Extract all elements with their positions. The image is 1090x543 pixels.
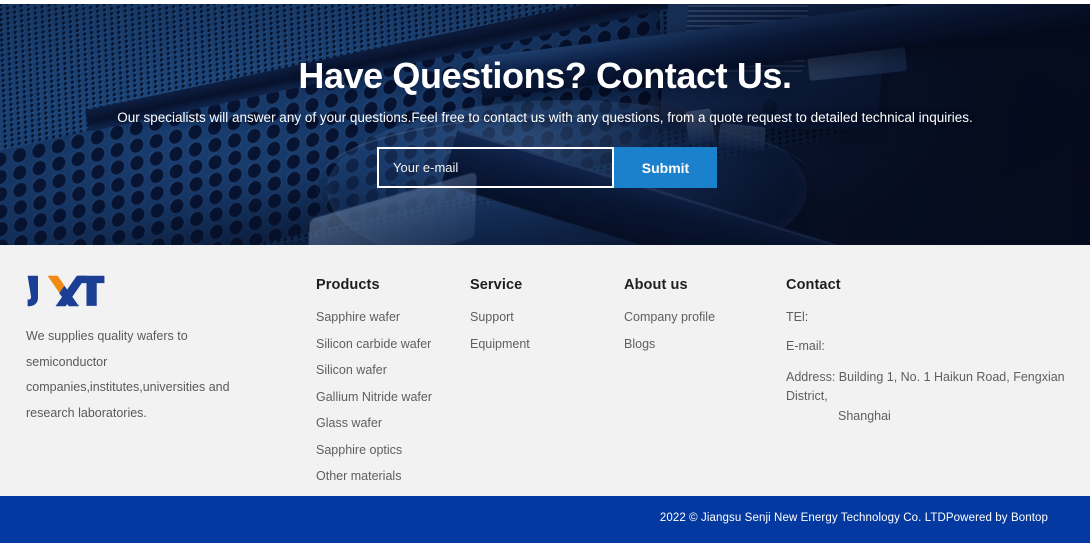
footer-column-service: Service Support Equipment bbox=[470, 277, 620, 350]
footer-brand-column: We supplies quality wafers to semiconduc… bbox=[26, 274, 256, 427]
footer-link-gallium-nitride-wafer[interactable]: Gallium Nitride wafer bbox=[316, 390, 466, 404]
footer-column-about-us: About us Company profile Blogs bbox=[624, 277, 779, 350]
footer-link-silicon-wafer[interactable]: Silicon wafer bbox=[316, 364, 466, 377]
footer-link-company-profile[interactable]: Company profile bbox=[624, 311, 779, 324]
footer-link-glass-wafer[interactable]: Glass wafer bbox=[316, 417, 466, 430]
footer-link-silicon-carbide-wafer[interactable]: Silicon carbide wafer bbox=[316, 337, 466, 351]
footer-link-sapphire-optics[interactable]: Sapphire optics bbox=[316, 443, 466, 457]
footer-link-support[interactable]: Support bbox=[470, 311, 620, 324]
contact-address-line1: Address: Building 1, No. 1 Haikun Road, … bbox=[786, 370, 1065, 404]
footer-column-products: Products Sapphire wafer Silicon carbide … bbox=[316, 277, 466, 483]
footer-brand-description: We supplies quality wafers to semiconduc… bbox=[26, 329, 230, 420]
footer-link-other-materials[interactable]: Other materials bbox=[316, 470, 466, 483]
hero-contact-section: Have Questions? Contact Us. Our speciali… bbox=[0, 4, 1090, 245]
site-footer: We supplies quality wafers to semiconduc… bbox=[0, 245, 1090, 496]
footer-link-equipment[interactable]: Equipment bbox=[470, 337, 620, 351]
contact-address-line2: Shanghai bbox=[838, 408, 891, 423]
contact-tel-label: TEl: bbox=[786, 310, 809, 324]
jxt-logo-icon[interactable] bbox=[26, 274, 106, 308]
footer-column-title-contact: Contact bbox=[786, 277, 841, 293]
hero-content: Have Questions? Contact Us. Our speciali… bbox=[0, 4, 1090, 245]
footer-link-sapphire-wafer[interactable]: Sapphire wafer bbox=[316, 311, 466, 324]
footer-column-title-about-us: About us bbox=[624, 277, 688, 293]
page-root: Have Questions? Contact Us. Our speciali… bbox=[0, 0, 1090, 543]
hero-subtitle: Our specialists will answer any of your … bbox=[117, 110, 973, 125]
footer-bottom-bar: 2022 © Jiangsu Senji New Energy Technolo… bbox=[0, 496, 1090, 543]
footer-column-title-products: Products bbox=[316, 277, 380, 293]
footer-link-blogs[interactable]: Blogs bbox=[624, 337, 779, 351]
email-input[interactable] bbox=[377, 147, 614, 188]
footer-column-contact: Contact TEl: E-mail: Address: Building 1… bbox=[786, 277, 1066, 426]
contact-address: Address: Building 1, No. 1 Haikun Road, … bbox=[786, 368, 1066, 426]
contact-email-label: E-mail: bbox=[786, 338, 825, 353]
footer-columns-grid: We supplies quality wafers to semiconduc… bbox=[0, 245, 1090, 496]
copyright-text: 2022 © Jiangsu Senji New Energy Technolo… bbox=[659, 512, 1048, 524]
contact-subscribe-form: Submit bbox=[377, 147, 717, 188]
footer-column-title-service: Service bbox=[470, 277, 523, 293]
submit-button[interactable]: Submit bbox=[614, 147, 717, 188]
hero-title: Have Questions? Contact Us. bbox=[298, 55, 792, 96]
